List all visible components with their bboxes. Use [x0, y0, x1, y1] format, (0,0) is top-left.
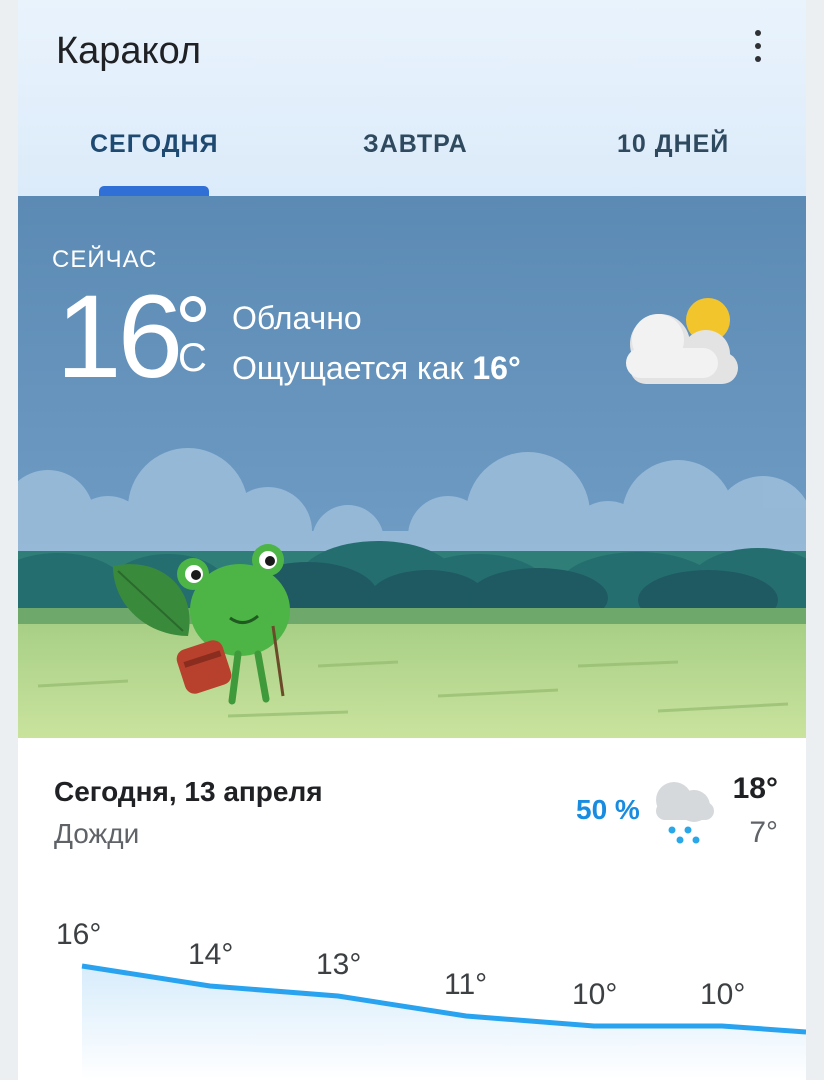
current-temperature: 16	[56, 271, 183, 403]
weather-card: Каракол СЕГОДНЯ ЗАВТРА 10 ДНЕЙ СЕЙЧАС 16…	[18, 0, 806, 1080]
hourly-temp-label: 14°	[188, 938, 233, 971]
city-name: Каракол	[56, 30, 202, 72]
degree-symbol	[180, 296, 206, 322]
day-title: Сегодня, 13 апреля	[54, 776, 323, 807]
temperature-unit: C	[178, 336, 207, 380]
low-temperature: 7°	[749, 816, 778, 849]
more-options-icon[interactable]	[746, 28, 770, 64]
hourly-temp-label: 10°	[572, 978, 617, 1011]
high-temperature: 18°	[732, 772, 778, 805]
tab-10-days[interactable]: 10 ДНЕЙ	[617, 130, 729, 159]
active-tab-indicator	[99, 186, 209, 196]
tab-bar: СЕГОДНЯ ЗАВТРА 10 ДНЕЙ	[18, 120, 806, 196]
partly-cloudy-icon	[626, 298, 738, 384]
feels-like-label: Ощущается как	[232, 350, 464, 386]
current-weather-panel: СЕЙЧАС 16 C Облачно Ощущается как 16°	[18, 196, 806, 738]
rain-cloud-icon	[656, 782, 714, 844]
tab-tomorrow[interactable]: ЗАВТРА	[363, 130, 468, 159]
current-condition: Облачно	[232, 300, 362, 336]
day-condition: Дожди	[54, 818, 140, 849]
hourly-temp-label: 10°	[700, 978, 745, 1011]
precipitation-chance: 50 %	[576, 794, 640, 825]
tab-today[interactable]: СЕГОДНЯ	[90, 130, 219, 159]
hourly-temp-label: 16°	[56, 918, 101, 951]
hourly-temp-label: 13°	[316, 948, 361, 981]
app-header: Каракол СЕГОДНЯ ЗАВТРА 10 ДНЕЙ	[18, 0, 806, 196]
feels-like-value: 16°	[472, 350, 521, 386]
feels-like: Ощущается как 16°	[232, 350, 521, 387]
hourly-temperature-chart: 16° 14° 13° 11° 10° 10°	[56, 918, 806, 1080]
now-label: СЕЙЧАС	[52, 246, 158, 273]
hourly-temp-label: 11°	[444, 968, 487, 1001]
